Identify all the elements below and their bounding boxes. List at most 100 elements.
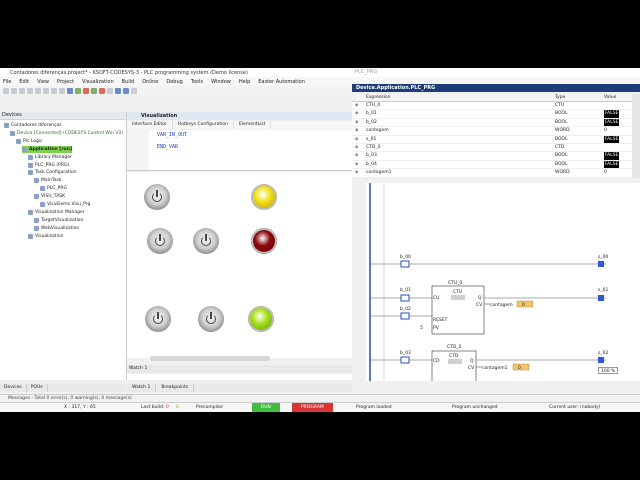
tab-visualization[interactable]: Visualization: [127, 112, 352, 120]
logout-icon[interactable]: [83, 87, 89, 94]
variable-row[interactable]: ◆ CTD_0 CTD: [352, 144, 632, 153]
tree-node-icon: [34, 194, 39, 200]
push-button[interactable]: [198, 306, 224, 332]
variable-icon: ◆: [355, 103, 359, 108]
variables-scrollbar[interactable]: [632, 94, 640, 178]
interface-code-editor[interactable]: VAR_IN_OUT END_VAR: [127, 130, 352, 171]
redo-icon[interactable]: [35, 87, 41, 94]
tab-breakpoints[interactable]: Breakpoints: [156, 384, 195, 392]
tree-node[interactable]: Library Manager: [28, 154, 72, 161]
tree-node-label: VisuElems.Visu_Prg: [47, 202, 91, 207]
red-lamp: [251, 228, 277, 254]
login-icon[interactable]: [75, 87, 81, 94]
tab-watch-1[interactable]: Watch 1: [127, 384, 157, 392]
tree-node[interactable]: Contadores diferenças: [4, 122, 62, 129]
variable-row[interactable]: ◆ contagem WORD 0: [352, 127, 632, 136]
cursor-coords: X : 317, Y : 65: [64, 405, 96, 410]
tree-node[interactable]: Device [Connected] (CODESYS Control Win …: [10, 130, 123, 137]
variable-row[interactable]: ◆ b_04 BOOL FALSE: [352, 160, 632, 170]
menu-item-visualization[interactable]: Visualization: [82, 79, 114, 85]
status-bar: X : 317, Y : 65 Last build: 0 0 Precompi…: [0, 402, 640, 412]
tree-node[interactable]: PLC_PRG: [40, 185, 67, 192]
copy-icon[interactable]: [51, 87, 57, 94]
menu-item-online[interactable]: Online: [142, 79, 158, 85]
variable-value[interactable]: FALSE: [604, 135, 620, 143]
tree-node-icon: [40, 202, 45, 207]
coil-s00: [598, 261, 604, 267]
variable-value[interactable]: FALSE: [604, 118, 620, 127]
menu-item-view[interactable]: View: [37, 79, 49, 85]
tree-node[interactable]: MainTask: [34, 177, 61, 184]
reset-icon[interactable]: [107, 87, 113, 94]
variable-row[interactable]: ◆ CTU_0 CTU: [352, 102, 632, 111]
tab-devices[interactable]: Devices: [0, 384, 27, 392]
tree-node-label: Library Manager: [35, 154, 72, 160]
variables-table-header: Expression Type Value: [352, 94, 632, 102]
tree-node[interactable]: Task Configuration: [28, 169, 77, 176]
build-icon[interactable]: [67, 87, 73, 94]
zoom-selector[interactable]: 100 %: [598, 367, 618, 374]
column-value[interactable]: Value: [604, 94, 616, 101]
menu-item-tools[interactable]: Tools: [191, 79, 203, 85]
undo-icon[interactable]: [27, 87, 33, 94]
tree-node[interactable]: Visualization: [28, 233, 63, 240]
start-icon[interactable]: [91, 87, 97, 94]
push-button[interactable]: [147, 228, 173, 254]
step-over-icon[interactable]: [115, 87, 121, 94]
tree-node[interactable]: Plc Logic: [16, 138, 43, 145]
messages-bar[interactable]: Messages - Total 0 error(s), 0 warning(s…: [0, 394, 640, 402]
tree-node[interactable]: Visualization Manager: [28, 209, 85, 216]
tree-node[interactable]: Application [run]: [22, 145, 73, 153]
variable-type: CTD: [555, 144, 565, 150]
menu-item-file[interactable]: File: [3, 79, 11, 85]
breakpoint-icon[interactable]: [131, 87, 137, 94]
precompile-ok-icon: ✔: [220, 405, 224, 410]
variable-value[interactable]: FALSE: [604, 152, 620, 160]
menu-item-help[interactable]: Help: [239, 79, 250, 85]
online-view-title: Device.Application.PLC_PRG: [352, 84, 640, 92]
variable-value[interactable]: FALSE: [604, 160, 620, 169]
tree-node[interactable]: WebVisualization: [34, 225, 79, 232]
menu-item-build[interactable]: Build: [122, 79, 135, 85]
menu-item-debug[interactable]: Debug: [166, 79, 182, 85]
tree-node[interactable]: TargetVisualization: [34, 217, 83, 224]
variable-value[interactable]: FALSE: [604, 110, 620, 118]
coil-label-s00: s_00: [598, 254, 608, 260]
menu-item-edit[interactable]: Edit: [19, 79, 29, 85]
push-button[interactable]: [145, 306, 171, 332]
variable-value[interactable]: 0: [604, 169, 607, 176]
paste-icon[interactable]: [59, 87, 65, 94]
save-icon[interactable]: [19, 87, 25, 94]
open-icon[interactable]: [11, 87, 17, 94]
stop-icon[interactable]: [99, 87, 105, 94]
menu-item-easter-automation[interactable]: Easter Automation: [258, 79, 305, 85]
menu-item-window[interactable]: Window: [211, 79, 231, 85]
column-type[interactable]: Type: [555, 94, 565, 101]
ctd-state-indicator: [448, 359, 462, 364]
tree-node-icon: [34, 178, 39, 184]
tab-interface-editor[interactable]: Interface Editor: [127, 121, 173, 129]
tree-node-label: Contadores diferenças: [11, 123, 62, 128]
tree-node[interactable]: VISU_TASK: [34, 193, 65, 200]
tab-elementlist[interactable]: ElementList: [234, 121, 272, 129]
variable-row[interactable]: ◆ contagem1 WORD 0: [352, 169, 632, 178]
variable-row[interactable]: ◆ b_02 BOOL FALSE: [352, 118, 632, 128]
menu-item-project[interactable]: Project: [57, 79, 74, 85]
tab-hotkeys-configuration[interactable]: Hotkeys Configuration: [173, 121, 234, 129]
column-expression[interactable]: Expression: [366, 94, 390, 101]
variable-row[interactable]: ◆ b_01 BOOL FALSE: [352, 110, 632, 119]
online-value-contagem1-text: 0: [518, 365, 521, 371]
cut-icon[interactable]: [43, 87, 49, 94]
push-button[interactable]: [193, 228, 219, 254]
tree-node-icon: [16, 138, 21, 144]
tree-node[interactable]: VisuElems.Visu_Prg: [40, 201, 90, 208]
variable-value[interactable]: 0: [604, 127, 607, 134]
tree-node[interactable]: PLC_PRG (PRG): [28, 162, 69, 169]
new-icon[interactable]: [3, 87, 9, 94]
push-button[interactable]: [144, 184, 170, 210]
step-into-icon[interactable]: [123, 87, 129, 94]
tab-pous[interactable]: POUs: [27, 384, 48, 392]
variable-row[interactable]: ◆ s_01 BOOL FALSE: [352, 135, 632, 144]
horizontal-scrollbar[interactable]: [150, 356, 270, 361]
variable-row[interactable]: ◆ b_03 BOOL FALSE: [352, 152, 632, 161]
